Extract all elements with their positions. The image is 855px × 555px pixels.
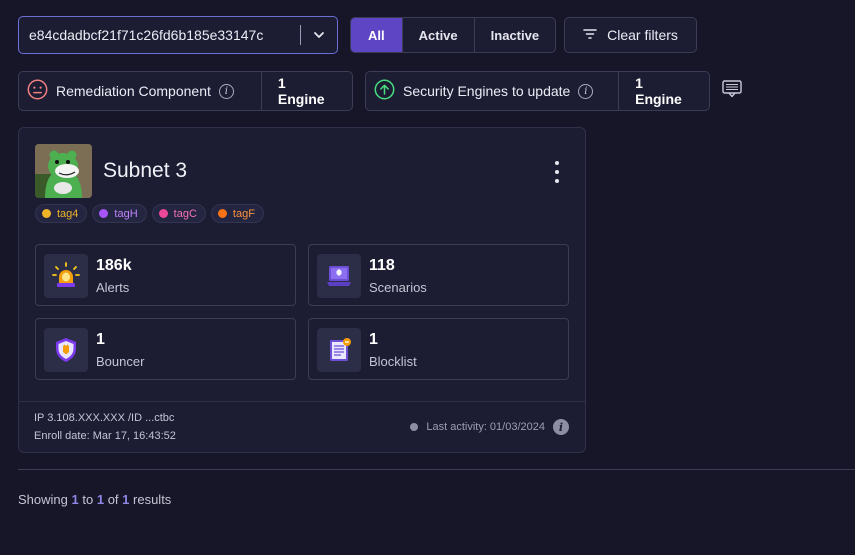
last-activity-text: Last activity: 01/03/2024 — [426, 421, 545, 433]
clear-filters-button[interactable]: Clear filters — [564, 17, 697, 53]
status-dot-icon — [410, 423, 419, 431]
results-to-word: to — [82, 492, 94, 507]
clear-filters-label: Clear filters — [607, 27, 678, 43]
remediation-summary[interactable]: Remediation Component i 1 Engine — [18, 71, 353, 111]
scenarios-value: 118 — [369, 257, 395, 274]
status-filter: All Active Inactive — [350, 17, 557, 53]
results-suffix: results — [133, 492, 172, 507]
blocklist-label: Blocklist — [369, 354, 417, 369]
arrow-up-circle-icon — [374, 79, 395, 103]
tag-list: tag4 tagH tagC tagF — [35, 204, 264, 223]
shield-icon — [44, 328, 88, 372]
alerts-metric[interactable]: 186k Alerts — [35, 244, 296, 306]
results-total: 1 — [122, 492, 130, 507]
remediation-label: Remediation Component — [56, 83, 211, 99]
engine-title: Subnet 3 — [103, 159, 188, 182]
tag-dot — [158, 209, 168, 218]
avatar — [35, 144, 92, 198]
updates-count: 1 Engine — [618, 72, 709, 110]
tag-dot — [217, 209, 227, 218]
results-summary: Showing 1 to 1 of 1 results — [18, 492, 171, 507]
card-footer: IP 3.108.XXX.XXX /ID ...ctbc Enroll date… — [19, 401, 585, 453]
results-prefix: Showing — [18, 492, 68, 507]
tag-dot — [42, 209, 51, 218]
filter-icon — [583, 27, 597, 43]
status-active-button[interactable]: Active — [401, 18, 474, 52]
tag-chip[interactable]: tag4 — [35, 204, 88, 223]
updates-summary[interactable]: Security Engines to update i 1 Engine — [365, 71, 710, 111]
alerts-value: 186k — [96, 257, 132, 274]
instance-search-select[interactable]: e84cdadbcf21f71c26fd6b185e33147c — [18, 16, 338, 54]
ip-text: IP 3.108.XXX.XXX /ID ...ctbc — [34, 412, 175, 424]
tag-label: tag4 — [57, 207, 79, 220]
info-icon[interactable]: i — [578, 83, 594, 99]
list-view-icon[interactable] — [722, 80, 742, 98]
scenarios-label: Scenarios — [369, 280, 427, 295]
blocklist-metric[interactable]: 1 Blocklist — [308, 318, 569, 380]
bouncer-value: 1 — [96, 331, 105, 348]
scenarios-metric[interactable]: 118 Scenarios — [308, 244, 569, 306]
tag-chip[interactable]: tagH — [92, 204, 147, 223]
status-all-button[interactable]: All — [351, 18, 402, 52]
alerts-label: Alerts — [96, 280, 130, 295]
info-icon[interactable]: i — [553, 419, 569, 435]
more-options-icon[interactable] — [553, 161, 561, 183]
enroll-date: Enroll date: Mar 17, 16:43:52 — [34, 430, 176, 442]
tag-chip[interactable]: tagF — [210, 204, 264, 223]
siren-icon — [44, 254, 88, 298]
tag-dot — [99, 209, 109, 218]
info-icon[interactable]: i — [218, 83, 234, 99]
tag-chip[interactable]: tagC — [151, 204, 206, 223]
updates-label: Security Engines to update — [403, 83, 571, 99]
search-value[interactable]: e84cdadbcf21f71c26fd6b185e33147c — [19, 27, 300, 43]
status-inactive-button[interactable]: Inactive — [473, 18, 555, 52]
book-icon — [317, 328, 361, 372]
blocklist-value: 1 — [369, 331, 378, 348]
remediation-count: 1 Engine — [260, 72, 352, 110]
laptop-icon — [317, 254, 361, 298]
bouncer-label: Bouncer — [96, 354, 145, 369]
last-activity: Last activity: 01/03/2024 i — [410, 419, 569, 435]
results-of-word: of — [107, 492, 119, 507]
bouncer-metric[interactable]: 1 Bouncer — [35, 318, 296, 380]
results-to: 1 — [96, 492, 105, 507]
tag-label: tagH — [114, 207, 138, 220]
divider — [18, 469, 855, 470]
tag-label: tagC — [173, 207, 197, 220]
results-from: 1 — [71, 492, 79, 507]
chevron-down-icon[interactable] — [301, 17, 337, 53]
sad-face-icon — [27, 79, 48, 103]
tag-label: tagF — [232, 207, 255, 220]
engine-card[interactable]: Subnet 3 tag4 tagH tagC tagF 186k Alerts… — [18, 127, 586, 453]
